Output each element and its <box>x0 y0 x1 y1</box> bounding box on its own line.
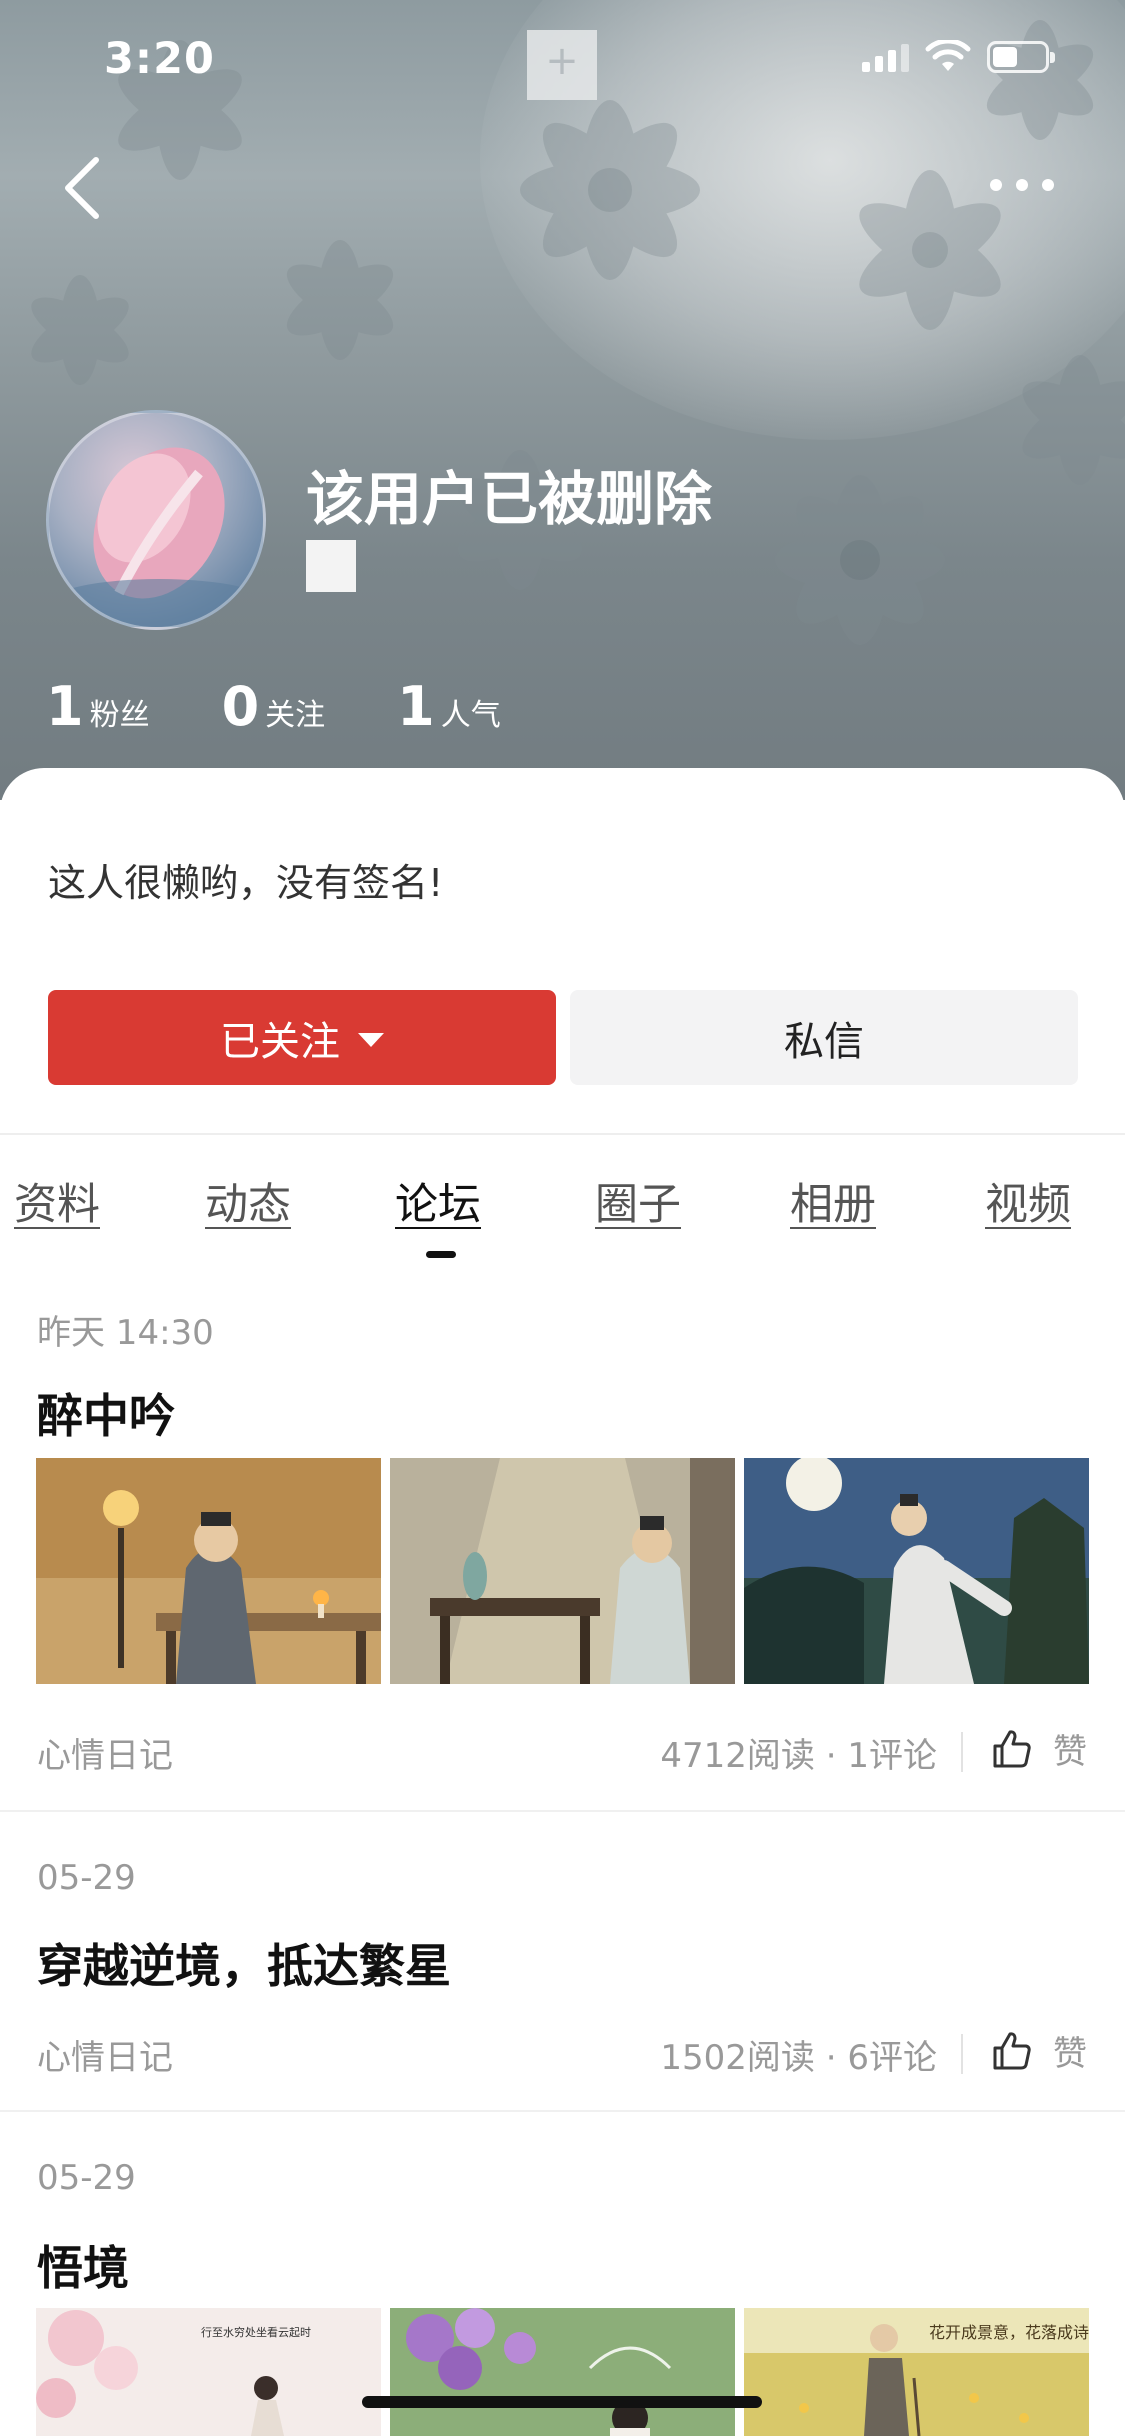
tab-activity[interactable]: 动态 <box>205 1170 291 1232</box>
post-meta: 心情日记 1502阅读 · 6评论 赞 <box>37 2030 1087 2080</box>
stat-value: 0 <box>221 675 260 738</box>
post-images <box>36 1458 1089 1684</box>
tab-forum[interactable]: 论坛 <box>395 1170 481 1232</box>
tab-circles[interactable]: 圈子 <box>595 1170 681 1232</box>
tab-video[interactable]: 视频 <box>985 1170 1071 1232</box>
stat-following[interactable]: 0 关注 <box>222 675 326 738</box>
divider <box>0 1133 1125 1135</box>
stat-label: 关注 <box>265 698 326 733</box>
like-label: 赞 <box>1053 2034 1087 2074</box>
tab-bar: 资料 动态 论坛 圈子 相册 视频 <box>0 1170 1125 1260</box>
follow-button[interactable]: 已关注 <box>48 990 556 1085</box>
meta-divider <box>961 2034 963 2074</box>
post-images: 行至水穷处坐看云起时 花开成景意，花落成诗 <box>36 2308 1089 2436</box>
post-category[interactable]: 心情日记 <box>37 2030 173 2079</box>
profile-stats: 1 粉丝 0 关注 1 人气 <box>46 675 573 738</box>
level-badge <box>306 540 356 592</box>
divider <box>0 1810 1125 1812</box>
stat-fans[interactable]: 1 粉丝 <box>46 675 150 738</box>
post-image[interactable] <box>36 1458 381 1684</box>
post-image[interactable] <box>390 2308 735 2436</box>
post-title[interactable]: 穿越逆境，抵达繁星 <box>37 1930 451 1996</box>
profile-header: 3:20 该用户已被删除 1 粉丝 0 关注 <box>0 0 1125 800</box>
stat-popularity: 1 人气 <box>397 675 501 738</box>
tab-album[interactable]: 相册 <box>790 1170 876 1232</box>
stat-label: 粉丝 <box>89 698 150 733</box>
post-date: 昨天 14:30 <box>37 1313 214 1353</box>
stat-value: 1 <box>397 675 435 738</box>
post-title[interactable]: 醉中吟 <box>37 1380 175 1446</box>
post-image[interactable]: 行至水穷处坐看云起时 <box>36 2308 381 2436</box>
message-button-label: 私信 <box>784 1018 864 1065</box>
home-indicator[interactable] <box>362 2396 762 2408</box>
username: 该用户已被删除 <box>306 465 713 533</box>
signature-text: 这人很懒哟，没有签名! <box>48 861 444 905</box>
post-category[interactable]: 心情日记 <box>37 1728 173 1777</box>
signal-icon <box>862 42 909 72</box>
post-image[interactable] <box>390 1458 735 1684</box>
post-image[interactable]: 花开成景意，花落成诗 <box>744 2308 1089 2436</box>
follow-button-label: 已关注 <box>220 1018 340 1065</box>
image-caption: 行至水穷处坐看云起时 <box>201 2325 311 2339</box>
message-button[interactable]: 私信 <box>570 990 1078 1085</box>
status-time: 3:20 <box>104 34 215 84</box>
status-icons <box>862 40 1055 74</box>
battery-icon <box>987 41 1055 73</box>
post-date: 05-29 <box>37 1858 136 1898</box>
like-label: 赞 <box>1053 1732 1087 1772</box>
like-button[interactable]: 赞 <box>991 2026 1087 2075</box>
active-tab-indicator <box>426 1251 456 1258</box>
stat-value: 1 <box>46 675 84 738</box>
post-stats: 1502阅读 · 6评论 <box>660 2038 937 2078</box>
image-caption: 花开成景意，花落成诗 <box>929 2323 1089 2342</box>
camera-notch <box>527 30 597 100</box>
post-date: 05-29 <box>37 2158 136 2198</box>
caret-down-icon <box>358 1032 384 1047</box>
wifi-icon <box>925 40 971 71</box>
stat-label: 人气 <box>440 698 501 733</box>
thumb-up-icon <box>993 2031 1031 2069</box>
post-meta: 心情日记 4712阅读 · 1评论 赞 <box>37 1728 1087 1778</box>
like-button[interactable]: 赞 <box>991 1724 1087 1773</box>
avatar[interactable] <box>46 410 266 630</box>
post-image[interactable] <box>744 1458 1089 1684</box>
post-stats: 4712阅读 · 1评论 <box>660 1736 937 1776</box>
back-icon[interactable] <box>50 148 120 228</box>
more-icon[interactable] <box>990 165 1080 205</box>
divider <box>0 2110 1125 2112</box>
meta-divider <box>961 1732 963 1772</box>
tab-profile[interactable]: 资料 <box>14 1170 100 1232</box>
post-title[interactable]: 悟境 <box>37 2232 129 2298</box>
thumb-up-icon <box>993 1729 1031 1767</box>
